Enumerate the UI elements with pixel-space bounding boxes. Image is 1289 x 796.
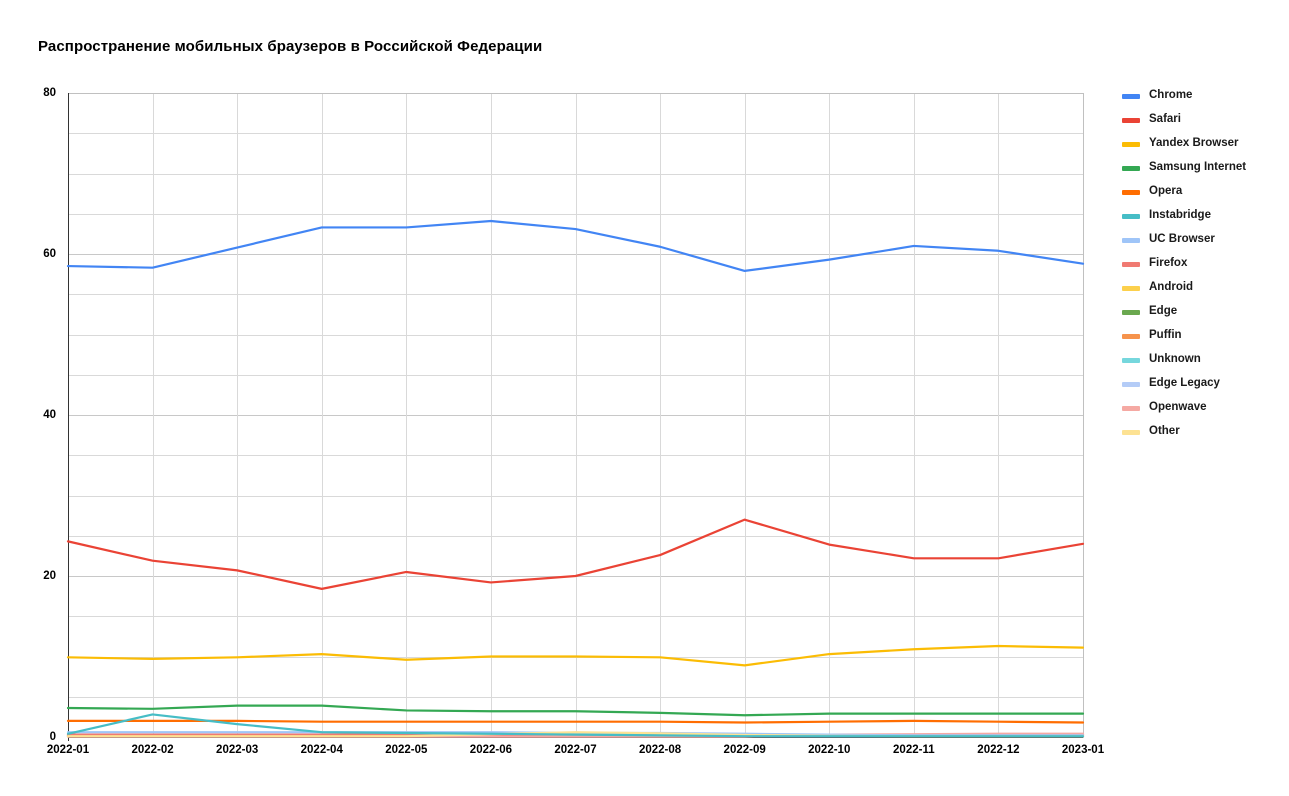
legend-swatch-icon: [1122, 213, 1140, 219]
legend-item[interactable]: Instabridge: [1122, 204, 1282, 228]
legend-item-label: Openwave: [1149, 401, 1207, 414]
svg-text:2022-02: 2022-02: [131, 744, 173, 756]
legend-item-label: Samsung Internet: [1149, 161, 1247, 174]
line-chart-plot: 020406080 2022-01 2022-02 2022-03 2022-04 20…: [43, 87, 1105, 756]
y-axis-tick-labels: 0 20 40 60 80: [43, 87, 56, 743]
legend-swatch-icon: [1122, 429, 1140, 435]
legend-swatch-icon: [1122, 381, 1140, 387]
svg-text:2022-03: 2022-03: [216, 744, 258, 756]
legend-item-label: Safari: [1149, 113, 1181, 126]
svg-text:2022-12: 2022-12: [977, 744, 1019, 756]
legend-item[interactable]: Openwave: [1122, 396, 1282, 420]
legend-item-label: Instabridge: [1149, 209, 1211, 222]
legend-item[interactable]: Edge Legacy: [1122, 372, 1282, 396]
legend-item[interactable]: Edge: [1122, 300, 1282, 324]
svg-text:2022-05: 2022-05: [385, 744, 428, 756]
legend-swatch-icon: [1122, 357, 1140, 363]
legend-item-label: Yandex Browser: [1149, 137, 1239, 150]
x-axis-tick-labels: 2022-01 2022-02 2022-03 2022-04 2022-05 2022-…: [47, 744, 1105, 756]
svg-text:20: 20: [43, 570, 56, 582]
svg-text:2023-01: 2023-01: [1062, 744, 1105, 756]
legend-item[interactable]: UC Browser: [1122, 228, 1282, 252]
minor-gridlines: [68, 93, 1084, 738]
legend-swatch-icon: [1122, 333, 1140, 339]
legend-item[interactable]: Other: [1122, 420, 1282, 444]
legend-swatch-icon: [1122, 165, 1140, 171]
legend-item-label: Other: [1149, 425, 1180, 438]
legend-item[interactable]: Firefox: [1122, 252, 1282, 276]
legend-swatch-icon: [1122, 405, 1140, 411]
svg-text:2022-04: 2022-04: [301, 744, 344, 756]
legend-item-label: Edge Legacy: [1149, 377, 1220, 390]
legend-item-label: Chrome: [1149, 89, 1193, 102]
plot-border: [67, 93, 1084, 741]
legend-item[interactable]: Yandex Browser: [1122, 132, 1282, 156]
svg-text:2022-06: 2022-06: [470, 744, 512, 756]
legend-item-label: Firefox: [1149, 257, 1188, 270]
legend-item-label: UC Browser: [1149, 233, 1215, 246]
legend-item-label: Android: [1149, 281, 1194, 294]
legend-swatch-icon: [1122, 189, 1140, 195]
svg-text:2022-07: 2022-07: [554, 744, 596, 756]
legend-swatch-icon: [1122, 117, 1140, 123]
legend-item[interactable]: Puffin: [1122, 324, 1282, 348]
legend-item[interactable]: Unknown: [1122, 348, 1282, 372]
legend-swatch-icon: [1122, 285, 1140, 291]
svg-text:2022-10: 2022-10: [808, 744, 850, 756]
legend-item[interactable]: Safari: [1122, 108, 1282, 132]
legend-swatch-icon: [1122, 261, 1140, 267]
svg-text:2022-01: 2022-01: [47, 744, 90, 756]
series-lines: [66, 219, 1085, 738]
legend-item-label: Puffin: [1149, 329, 1182, 342]
svg-text:80: 80: [43, 87, 56, 99]
chart-legend: Chrome Safari Yandex Browser Samsung Intern…: [1122, 84, 1282, 444]
legend-swatch-icon: [1122, 141, 1140, 147]
legend-swatch-icon: [1122, 237, 1140, 243]
legend-item[interactable]: Android: [1122, 276, 1282, 300]
svg-text:0: 0: [50, 731, 56, 743]
svg-text:2022-08: 2022-08: [639, 744, 682, 756]
legend-item-label: Unknown: [1149, 353, 1201, 366]
chart-container: Распространение мобильных браузеров в Ро…: [0, 0, 1289, 796]
legend-swatch-icon: [1122, 309, 1140, 315]
svg-text:2022-11: 2022-11: [893, 744, 935, 756]
svg-text:40: 40: [43, 409, 56, 421]
legend-item[interactable]: Opera: [1122, 180, 1282, 204]
legend-item-label: Edge: [1149, 305, 1178, 318]
legend-item-label: Opera: [1149, 185, 1183, 198]
legend-item[interactable]: Samsung Internet: [1122, 156, 1282, 180]
legend-swatch-icon: [1122, 93, 1140, 99]
svg-text:60: 60: [43, 248, 56, 260]
svg-text:2022-09: 2022-09: [724, 744, 766, 756]
legend-item[interactable]: Chrome: [1122, 84, 1282, 108]
